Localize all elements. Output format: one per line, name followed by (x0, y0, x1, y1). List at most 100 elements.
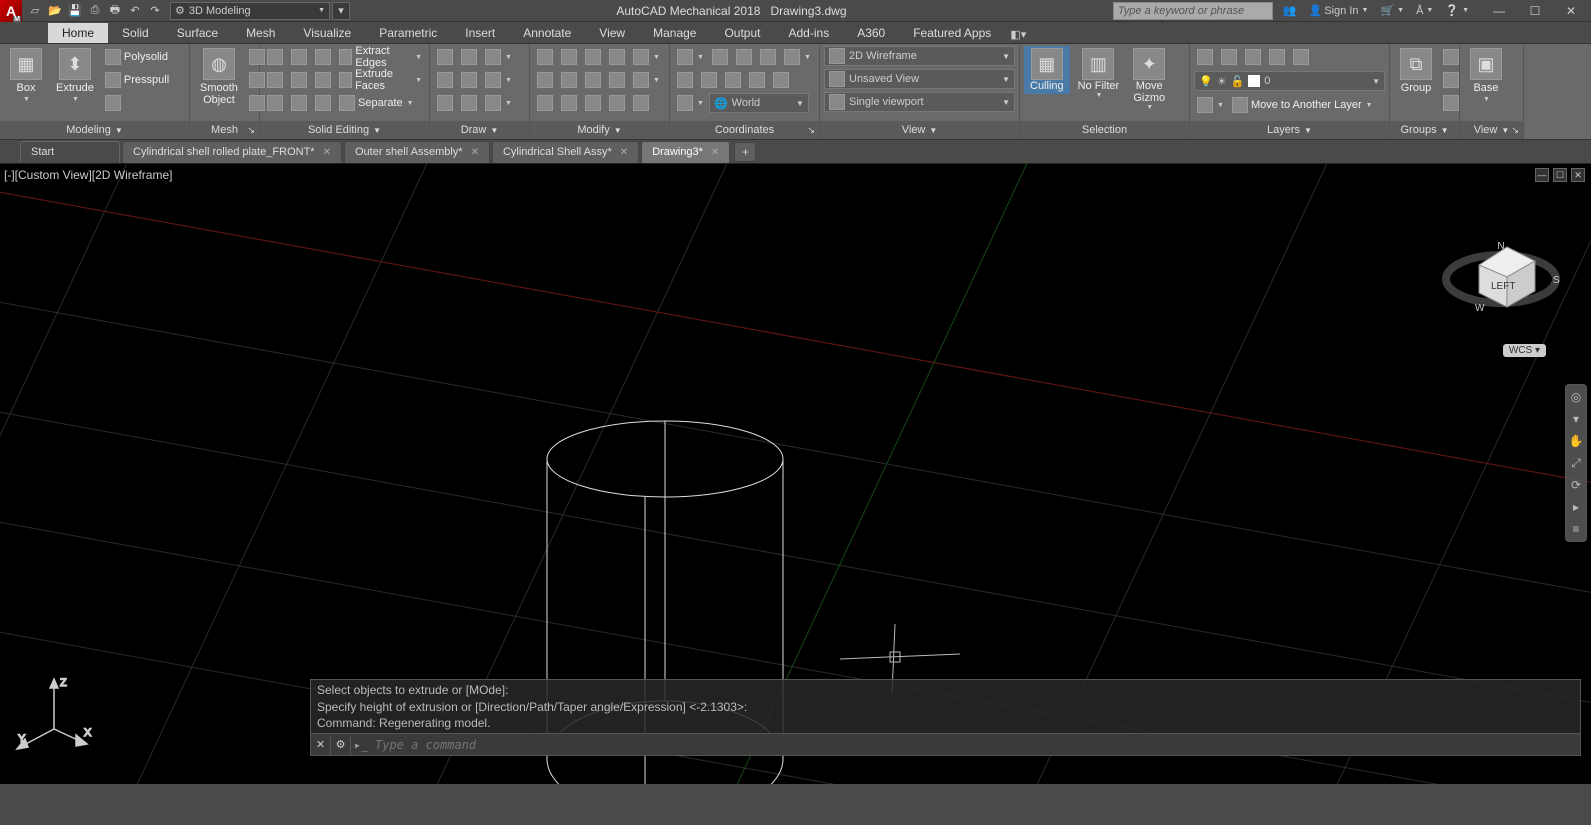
arc2-button[interactable]: ▼ (482, 69, 515, 91)
cmd-close-button[interactable]: ✕ (311, 735, 331, 755)
layer-iso-button[interactable] (1194, 46, 1216, 68)
file-tab-3[interactable]: Cylindrical Shell Assy*✕ (492, 141, 639, 163)
tab-output[interactable]: Output (710, 23, 774, 43)
ucs-world-combo[interactable]: 🌐World▼ (709, 93, 809, 113)
ucs-b1[interactable] (674, 69, 696, 91)
wcs-badge[interactable]: WCS ▾ (1503, 344, 1546, 357)
orbit-icon[interactable]: ⟳ (1568, 477, 1584, 493)
stayconnected-icon[interactable]: Å▼ (1412, 2, 1437, 20)
cmd-options-button[interactable]: ⚙ (331, 735, 351, 755)
zoom-extents-icon[interactable]: ⤢ (1568, 455, 1584, 471)
ribbon-panel-cycle-icon[interactable]: ◧▾ (1009, 25, 1027, 43)
close-button[interactable]: ✕ (1559, 2, 1583, 20)
new-icon[interactable]: ▱ (26, 2, 44, 20)
visual-style-combo[interactable]: 2D Wireframe▼ (824, 46, 1015, 66)
ucs-c1[interactable]: ▼ (674, 92, 707, 114)
se-c1[interactable] (264, 92, 286, 114)
help-search-input[interactable]: Type a keyword or phrase (1113, 2, 1273, 20)
maximize-button[interactable]: ☐ (1523, 2, 1547, 20)
panel-title-mesh[interactable]: Mesh↘ (190, 121, 259, 139)
layer-props-button[interactable]: ▼ (1194, 94, 1227, 116)
tab-solid[interactable]: Solid (108, 23, 163, 43)
panel-title-solid-editing[interactable]: Solid Editing▼ (260, 121, 429, 139)
move-button[interactable] (534, 46, 556, 68)
layer-unlock-button[interactable] (1266, 46, 1288, 68)
viewcube[interactable]: N S W LEFT (1441, 219, 1561, 339)
saveas-icon[interactable]: ⎙ (86, 2, 104, 20)
tab-insert[interactable]: Insert (451, 23, 509, 43)
infocenter-icon[interactable]: 👥 (1279, 2, 1301, 20)
mod-c5[interactable] (630, 92, 652, 114)
close-tab-icon[interactable]: ✕ (471, 147, 479, 158)
se-c3[interactable] (312, 92, 334, 114)
model-viewport[interactable]: [-][Custom View][2D Wireframe] — ☐ ✕ (0, 164, 1591, 784)
ucs-b4[interactable] (746, 69, 768, 91)
trim-button[interactable] (582, 46, 604, 68)
group-button[interactable]: ⧉ Group (1394, 46, 1438, 96)
layer-current-combo[interactable]: 💡☀🔓0▼ (1194, 71, 1385, 91)
mod-a5[interactable]: ▼ (630, 46, 663, 68)
layer-lock-button[interactable] (1242, 46, 1264, 68)
viewport-label[interactable]: [-][Custom View][2D Wireframe] (4, 168, 172, 182)
open-icon[interactable]: 📂 (46, 2, 64, 20)
nav-dropdown-icon[interactable]: ▾ (1568, 411, 1584, 427)
close-tab-icon[interactable]: ✕ (620, 147, 628, 158)
spline-button[interactable] (434, 92, 456, 114)
fillet-button[interactable] (582, 69, 604, 91)
tab-a360[interactable]: A360 (843, 23, 899, 43)
tab-featured-apps[interactable]: Featured Apps (899, 23, 1005, 43)
minimize-button[interactable]: — (1487, 2, 1511, 20)
panel-title-draw[interactable]: Draw▼ (430, 121, 529, 139)
ucs-a4[interactable] (757, 46, 779, 68)
ucs-a2[interactable] (709, 46, 731, 68)
extract-edges-button[interactable]: Extract Edges▼ (336, 46, 425, 68)
ucs-b2[interactable] (698, 69, 720, 91)
tab-view[interactable]: View (585, 23, 639, 43)
extrude-button[interactable]: ⬍ Extrude ▼ (50, 46, 100, 105)
move-to-layer-button[interactable]: Move to Another Layer▼ (1229, 94, 1385, 116)
tab-annotate[interactable]: Annotate (509, 23, 585, 43)
gizmo-button[interactable]: ✦ Move Gizmo ▼ (1127, 46, 1171, 113)
solid-history-button[interactable] (102, 92, 172, 114)
signin-button[interactable]: 👤 Sign In ▼ (1305, 2, 1373, 20)
group-bbox-button[interactable] (1440, 92, 1462, 114)
qat-dropdown-icon[interactable]: ▾ (332, 2, 350, 20)
showmotion-icon[interactable]: ▸ (1568, 499, 1584, 515)
ellipse-button[interactable] (458, 92, 480, 114)
tab-surface[interactable]: Surface (163, 23, 232, 43)
polysolid-button[interactable]: Polysolid (102, 46, 172, 68)
tab-addins[interactable]: Add-ins (775, 23, 844, 43)
app-menu-icon[interactable]: A (0, 0, 22, 22)
se-a2[interactable] (288, 46, 310, 68)
se-a1[interactable] (264, 46, 286, 68)
undo-icon[interactable]: ↶ (126, 2, 144, 20)
panel-title-coordinates[interactable]: Coordinates↘ (670, 121, 819, 139)
saved-view-combo[interactable]: Unsaved View▼ (824, 69, 1015, 89)
file-tab-2[interactable]: Outer shell Assembly*✕ (344, 141, 490, 163)
presspull-button[interactable]: Presspull (102, 69, 172, 91)
panel-title-view2[interactable]: View▼↘ (1460, 121, 1523, 139)
vp-maximize-button[interactable]: ☐ (1553, 168, 1567, 182)
explode-button[interactable] (606, 69, 628, 91)
tab-parametric[interactable]: Parametric (365, 23, 451, 43)
ucs-a1[interactable]: ▼ (674, 46, 707, 68)
se-b3[interactable] (312, 69, 334, 91)
redo-icon[interactable]: ↷ (146, 2, 164, 20)
panel-title-modeling[interactable]: Modeling▼ (0, 121, 189, 139)
se-b1[interactable] (264, 69, 286, 91)
mod-b5[interactable]: ▼ (630, 69, 663, 91)
arc-button[interactable] (434, 69, 456, 91)
tab-mesh[interactable]: Mesh (232, 23, 289, 43)
tab-home[interactable]: Home (48, 23, 108, 43)
ucs-b5[interactable] (770, 69, 792, 91)
help-icon[interactable]: ❔▼ (1441, 2, 1473, 20)
ucs-b3[interactable] (722, 69, 744, 91)
nav-more-icon[interactable]: ≡ (1568, 521, 1584, 537)
ucs-a3[interactable] (733, 46, 755, 68)
workspace-selector[interactable]: ⚙ 3D Modeling ▼ (170, 2, 330, 20)
viewport-config-combo[interactable]: Single viewport▼ (824, 92, 1015, 112)
extrude-faces-button[interactable]: Extrude Faces▼ (336, 69, 425, 91)
rectangle-button[interactable] (458, 69, 480, 91)
plot-icon[interactable]: 🖶 (106, 2, 124, 20)
panel-title-modify[interactable]: Modify▼ (530, 121, 669, 139)
